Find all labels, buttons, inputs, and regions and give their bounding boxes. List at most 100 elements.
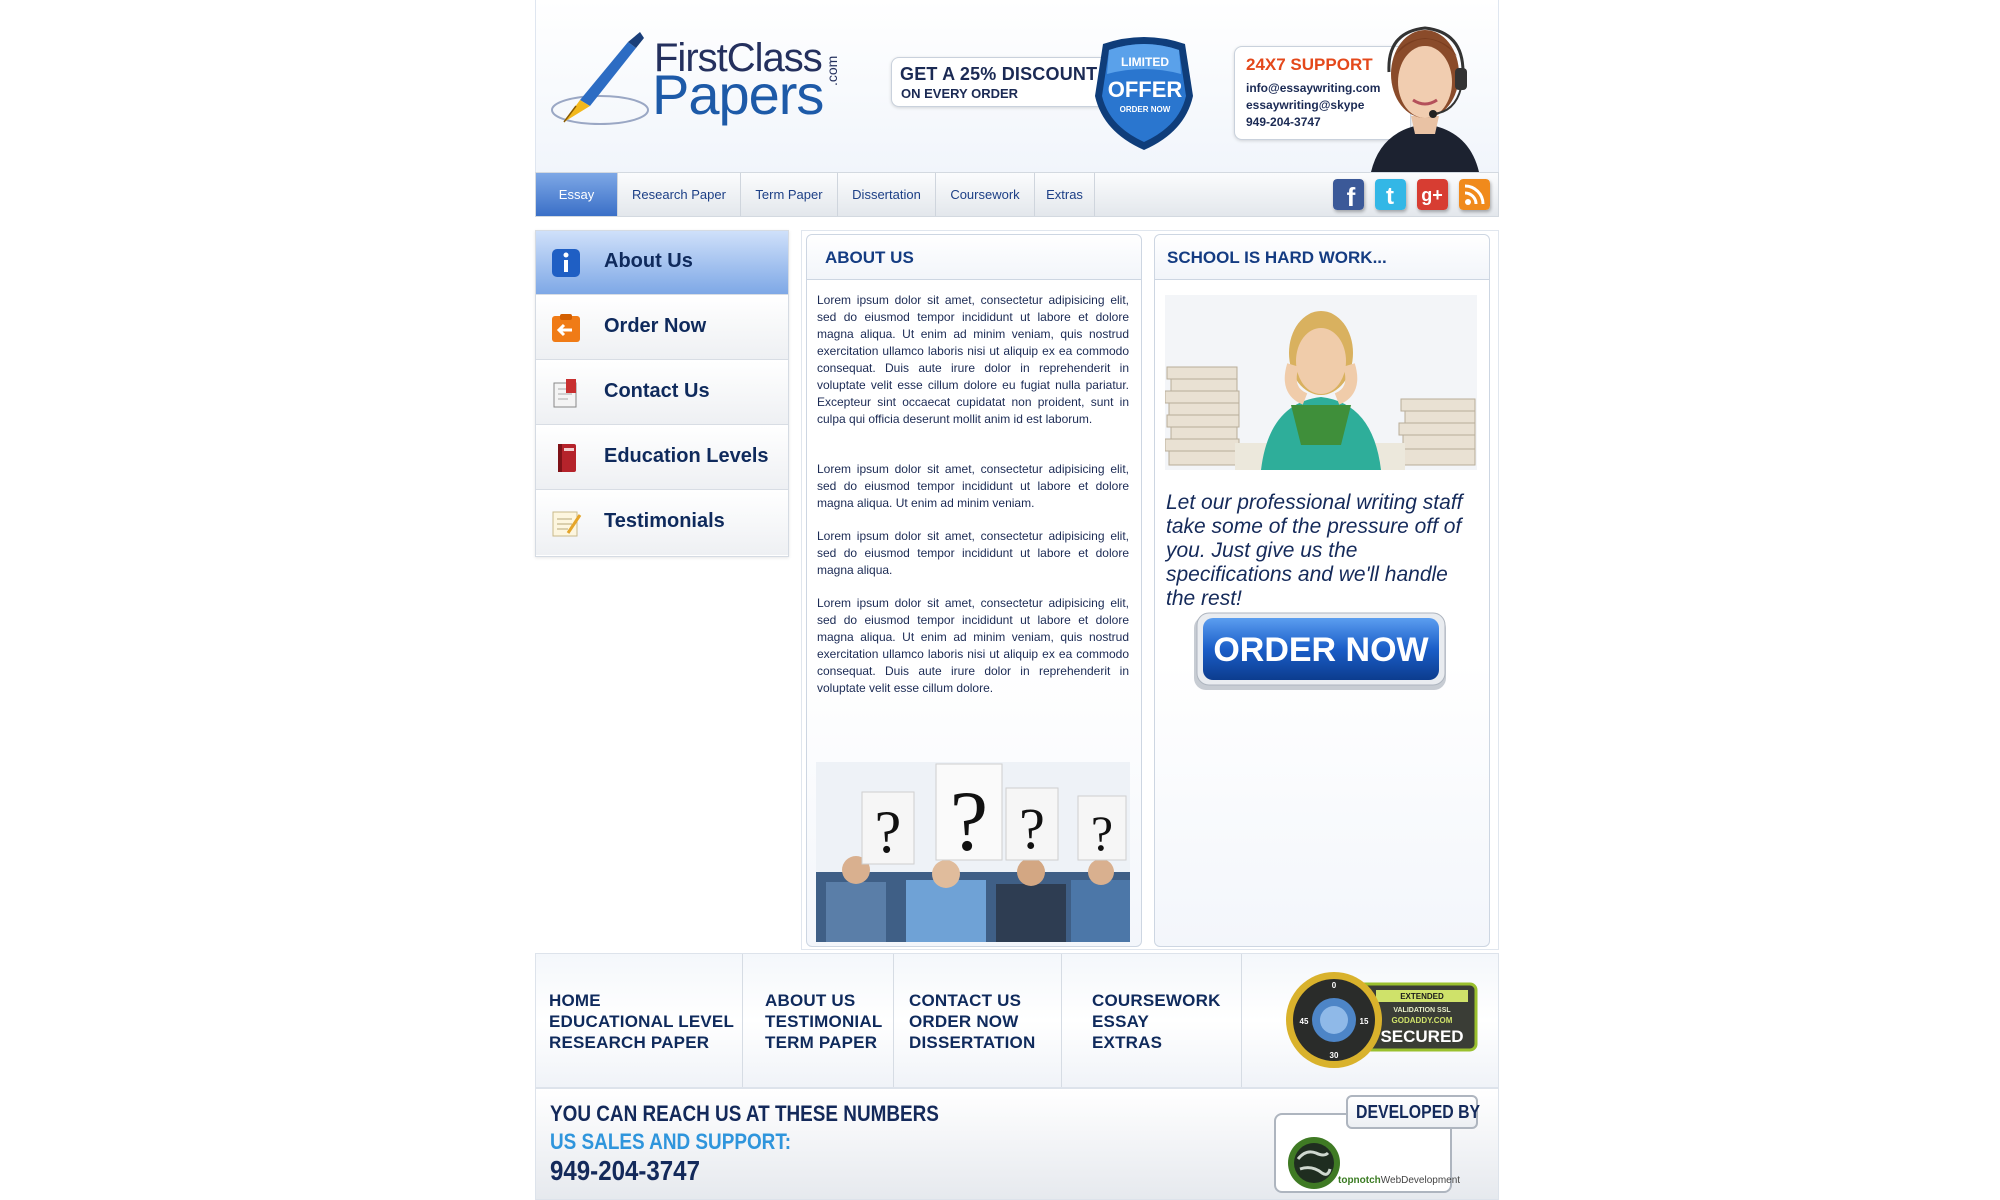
sidebar-item-label: Contact Us — [604, 380, 710, 402]
support-skype[interactable]: essaywriting@skype — [1246, 98, 1364, 112]
reach-us-heading: YOU CAN REACH US AT THESE NUMBERS — [550, 1101, 939, 1126]
order-now-label: ORDER NOW — [1213, 631, 1429, 669]
nav-tab-dissertation[interactable]: Dissertation — [838, 173, 936, 216]
footer-link-extras[interactable]: EXTRAS — [1092, 1033, 1162, 1053]
book-icon — [558, 444, 576, 472]
footer-contact: YOU CAN REACH US AT THESE NUMBERS US SAL… — [535, 1088, 1499, 1200]
svg-text:?: ? — [950, 773, 988, 869]
svg-text:15: 15 — [1360, 1017, 1369, 1026]
footer-link-column: COURSEWORK ESSAY EXTRAS — [1062, 954, 1242, 1087]
logo-text-com: .com — [824, 55, 840, 86]
support-agent-photo — [1371, 26, 1479, 172]
question-marks-photo: ? ? ? ? — [816, 762, 1130, 942]
limited-offer-badge[interactable]: LIMITED OFFER ORDER NOW — [1089, 34, 1199, 152]
footer-link-testimonial[interactable]: TESTIMONIAL — [765, 1012, 882, 1032]
discount-banner[interactable]: GET A 25% DISCOUNT ON EVERY ORDER — [891, 57, 1108, 107]
developer-name: topnotchWebDevelopment — [1338, 1175, 1460, 1186]
footer-link-educational-level[interactable]: EDUCATIONAL LEVEL — [549, 1012, 734, 1032]
main-content: ABOUT US Lorem ipsum dolor sit amet, con… — [801, 230, 1499, 950]
school-header: SCHOOL IS HARD WORK... — [1155, 235, 1489, 280]
discount-headline: GET A 25% DISCOUNT — [900, 64, 1098, 84]
globe-icon — [1288, 1137, 1340, 1189]
order-icon — [552, 314, 580, 342]
about-paragraph: Lorem ipsum dolor sit amet, consectetur … — [817, 462, 1129, 510]
footer-link-order-now[interactable]: ORDER NOW — [909, 1012, 1018, 1032]
about-us-title: ABOUT US — [825, 248, 914, 267]
stressed-student-photo — [1165, 295, 1477, 470]
nav-tab-essay[interactable]: Essay — [536, 173, 618, 216]
main-nav: Essay Research Paper Term Paper Disserta… — [535, 172, 1499, 217]
footer-link-research-paper[interactable]: RESEARCH PAPER — [549, 1033, 709, 1053]
site-header: FirstClass Papers .com GET A 25% DISCOUN… — [535, 0, 1499, 172]
svg-text:45: 45 — [1300, 1017, 1309, 1026]
godaddy-ssl-secured-badge[interactable]: 0 15 45 30 EXTENDED VALIDATION SSL GODAD… — [1284, 968, 1482, 1072]
svg-text:?: ? — [1019, 796, 1045, 861]
rss-icon[interactable] — [1459, 179, 1490, 210]
about-paragraph: Lorem ipsum dolor sit amet, consectetur … — [817, 293, 1129, 426]
svg-text:t: t — [1386, 183, 1394, 210]
sidebar-item-label: Order Now — [604, 315, 707, 337]
about-paragraph: Lorem ipsum dolor sit amet, consectetur … — [817, 596, 1129, 695]
sidebar-item-label: About Us — [604, 250, 693, 272]
support-phone[interactable]: 949-204-3747 — [1246, 115, 1321, 129]
footer-link-about-us[interactable]: ABOUT US — [765, 991, 855, 1011]
facebook-icon[interactable]: f — [1333, 179, 1364, 210]
sidebar-item-testimonials[interactable]: Testimonials — [536, 491, 788, 555]
ssl-line1: EXTENDED — [1400, 992, 1444, 1001]
developed-by-label: DEVELOPED BY — [1356, 1102, 1481, 1122]
twitter-icon[interactable]: t — [1375, 179, 1406, 210]
fountain-pen-logo-icon — [551, 32, 649, 125]
nav-tab-term-paper[interactable]: Term Paper — [741, 173, 838, 216]
sidebar-item-contact-us[interactable]: Contact Us — [536, 361, 788, 425]
ssl-line3: GODADDY.COM — [1392, 1016, 1453, 1025]
about-paragraph: Lorem ipsum dolor sit amet, consectetur … — [817, 529, 1129, 577]
about-us-panel: ABOUT US Lorem ipsum dolor sit amet, con… — [806, 234, 1142, 947]
school-title: SCHOOL IS HARD WORK... — [1167, 248, 1387, 267]
footer-link-dissertation[interactable]: DISSERTATION — [909, 1033, 1035, 1053]
sales-support-heading: US SALES AND SUPPORT: — [550, 1129, 792, 1154]
svg-text:0: 0 — [1332, 981, 1337, 990]
svg-text:?: ? — [1091, 805, 1113, 861]
sidebar-item-education-levels[interactable]: Education Levels — [536, 426, 788, 490]
svg-text:g+: g+ — [1421, 185, 1443, 205]
developer-name-suffix: WebDevelopment — [1380, 1175, 1461, 1186]
developed-by-tab: DEVELOPED BY — [1346, 1095, 1481, 1129]
sidebar-item-label: Testimonials — [604, 510, 725, 532]
sidebar-item-about-us[interactable]: About Us — [536, 231, 788, 295]
ssl-line4: SECURED — [1380, 1027, 1463, 1046]
developer-name-main: topnotch — [1338, 1175, 1381, 1186]
footer-link-term-paper[interactable]: TERM PAPER — [765, 1033, 877, 1053]
sidebar-item-label: Education Levels — [604, 445, 769, 467]
footer-link-column: CONTACT US ORDER NOW DISSERTATION — [894, 954, 1062, 1087]
svg-text:?: ? — [875, 799, 902, 865]
notepad-icon — [552, 511, 582, 537]
offer-badge-line1: LIMITED — [1121, 55, 1169, 69]
footer-link-essay[interactable]: ESSAY — [1092, 1012, 1149, 1032]
sidebar-item-order-now[interactable]: Order Now — [536, 296, 788, 360]
nav-tab-extras[interactable]: Extras — [1035, 173, 1095, 216]
logo-text-papers: Papers — [652, 63, 824, 126]
discount-subline: ON EVERY ORDER — [901, 86, 1019, 101]
page: FirstClass Papers .com GET A 25% DISCOUN… — [535, 0, 1499, 1200]
svg-text:30: 30 — [1330, 1051, 1339, 1060]
footer-link-column: HOME EDUCATIONAL LEVEL RESEARCH PAPER — [536, 954, 743, 1087]
footer-link-contact-us[interactable]: CONTACT US — [909, 991, 1021, 1011]
about-us-header: ABOUT US — [807, 235, 1141, 280]
pitch-text: Let our professional writing staff take … — [1166, 491, 1463, 610]
sidebar: About Us Order Now Contact Us Education … — [535, 230, 789, 557]
nav-tab-research-paper[interactable]: Research Paper — [618, 173, 741, 216]
contact-icon — [553, 379, 577, 408]
sales-phone-number[interactable]: 949-204-3747 — [550, 1155, 700, 1187]
order-now-button[interactable]: ORDER NOW — [1191, 611, 1449, 693]
footer-links: HOME EDUCATIONAL LEVEL RESEARCH PAPER AB… — [535, 953, 1499, 1088]
school-panel: SCHOOL IS HARD WORK... Let our professio… — [1154, 234, 1490, 947]
offer-badge-line3: ORDER NOW — [1120, 105, 1171, 114]
ssl-line2: VALIDATION SSL — [1393, 1007, 1451, 1014]
google-plus-icon[interactable]: g+ — [1417, 179, 1448, 210]
nav-tab-coursework[interactable]: Coursework — [936, 173, 1035, 216]
svg-text:f: f — [1347, 182, 1356, 210]
footer-link-column: ABOUT US TESTIMONIAL TERM PAPER — [743, 954, 894, 1087]
footer-link-home[interactable]: HOME — [549, 991, 601, 1011]
info-icon — [552, 249, 580, 277]
footer-link-coursework[interactable]: COURSEWORK — [1092, 991, 1221, 1011]
